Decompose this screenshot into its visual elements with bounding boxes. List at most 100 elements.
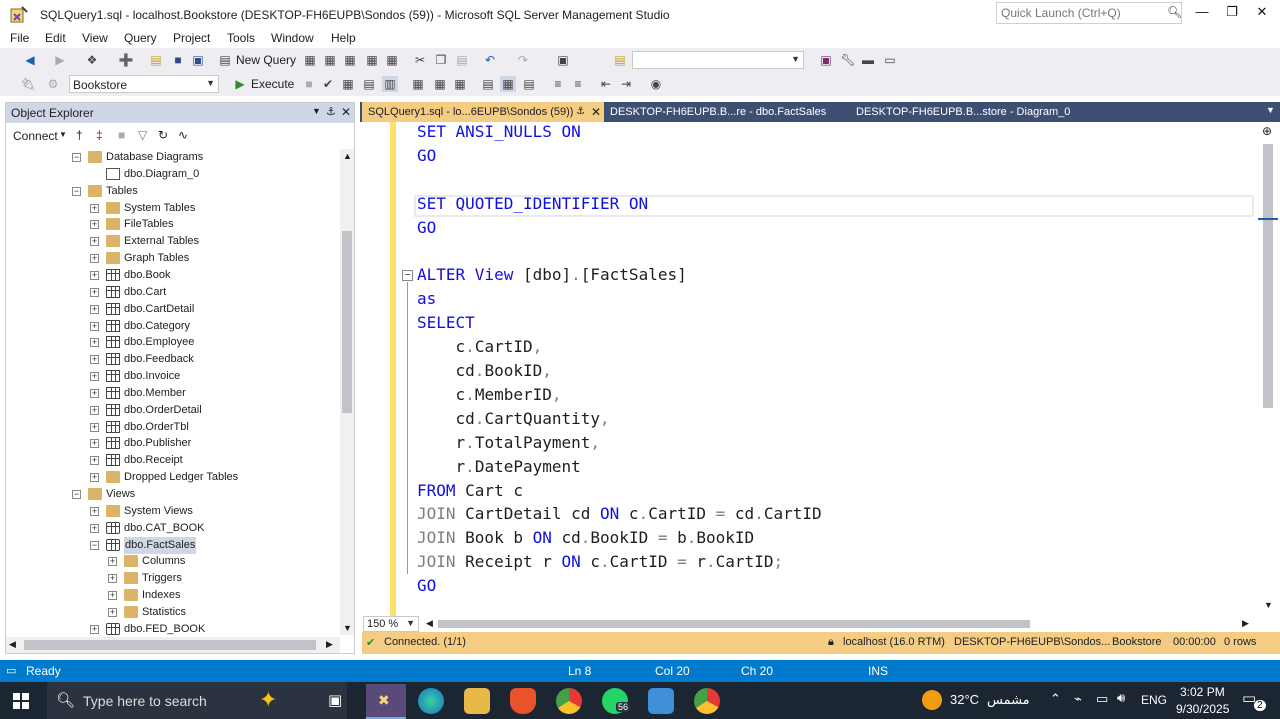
wrench-icon[interactable]: 🔧︎	[840, 52, 856, 68]
expand-icon[interactable]: +	[90, 624, 99, 634]
collapse-icon[interactable]: −	[72, 186, 81, 196]
live-stats-icon[interactable]: ▦	[432, 76, 448, 92]
brave-icon[interactable]	[510, 688, 536, 714]
maximize-button[interactable]: ❐	[1220, 4, 1244, 22]
tree-node[interactable]: dbo.Diagram_0	[6, 166, 340, 183]
expand-icon[interactable]: +	[90, 456, 99, 466]
volume-icon[interactable]: 🔊︎	[1117, 690, 1125, 706]
windows-start-icon[interactable]	[13, 693, 29, 709]
tree-node[interactable]: + Statistics	[6, 604, 340, 621]
sql-editor[interactable]: − SET ANSI_NULLS ON GO SET QUOTED_IDENTIFI…	[362, 122, 1280, 616]
uncomment-icon[interactable]: ≡	[570, 76, 586, 92]
copy-icon[interactable]: ❐	[433, 52, 449, 68]
results-grid-icon[interactable]: ▦	[500, 76, 516, 92]
undo-icon[interactable]: ↶	[482, 52, 498, 68]
results-file-icon[interactable]: ▤	[521, 76, 537, 92]
tree-node[interactable]: + dbo.Feedback	[6, 351, 340, 368]
tab-factsales[interactable]: DESKTOP-FH6EUPB.B...re - dbo.FactSales	[604, 102, 854, 122]
results-text-icon[interactable]: ▤	[480, 76, 496, 92]
expand-icon[interactable]: +	[90, 388, 99, 398]
expand-icon[interactable]: +	[90, 270, 99, 280]
save-icon[interactable]: ■	[170, 52, 186, 68]
tab-diagram[interactable]: DESKTOP-FH6EUPB.B...store - Diagram_0	[850, 102, 1100, 122]
menu-window[interactable]: Window	[271, 31, 314, 45]
expand-icon[interactable]: +	[90, 523, 99, 533]
collapse-icon[interactable]: −	[90, 540, 99, 550]
file-explorer-icon[interactable]	[464, 688, 490, 714]
query-designer-icon[interactable]: ▤	[361, 76, 377, 92]
network-icon[interactable]: ⌁	[1074, 691, 1082, 707]
close-button[interactable]: ✕	[1250, 4, 1274, 22]
include-plan-icon[interactable]: ▦	[410, 76, 426, 92]
tree-node[interactable]: + FileTables	[6, 216, 340, 233]
menu-help[interactable]: Help	[331, 31, 356, 45]
editor-vscrollbar[interactable]: ⊕ ▼	[1258, 122, 1278, 616]
tree-node[interactable]: − Tables	[6, 183, 340, 200]
connect-icon[interactable]: 🔌︎	[20, 76, 36, 92]
language-indicator[interactable]: ENG	[1141, 693, 1167, 707]
properties-icon[interactable]: ▣	[818, 52, 834, 68]
expand-icon[interactable]: +	[90, 304, 99, 314]
expand-icon[interactable]: +	[90, 422, 99, 432]
weather-temp[interactable]: 32°C	[950, 692, 979, 707]
dax-query-icon[interactable]: ▦	[384, 52, 400, 68]
tree-node[interactable]: − Views	[6, 486, 340, 503]
expand-icon[interactable]: +	[90, 473, 99, 483]
tree-node[interactable]: − Database Diagrams	[6, 149, 340, 166]
open-file-icon[interactable]: ▤	[148, 52, 164, 68]
expand-icon[interactable]: +	[90, 220, 99, 230]
menu-project[interactable]: Project	[173, 31, 210, 45]
scroll-up-icon[interactable]: ▲	[343, 151, 352, 161]
tree-node[interactable]: + dbo.Book	[6, 267, 340, 284]
indent-icon[interactable]: ⇥	[618, 76, 634, 92]
execute-icon[interactable]: ▶	[232, 76, 248, 92]
expand-icon[interactable]: +	[90, 321, 99, 331]
tree-node[interactable]: + dbo.CAT_BOOK	[6, 520, 340, 537]
tree-node[interactable]: + Columns	[6, 553, 340, 570]
tree-node[interactable]: + dbo.Member	[6, 385, 340, 402]
expand-icon[interactable]: +	[90, 254, 99, 264]
connect-dropdown-icon[interactable]: ▼	[59, 130, 67, 139]
database-select[interactable]: Bookstore ▼	[69, 75, 219, 93]
expand-icon[interactable]: +	[90, 405, 99, 415]
terminal-icon[interactable]: ▭	[882, 52, 898, 68]
scroll-right-icon[interactable]: ▶	[1242, 618, 1249, 629]
expand-icon[interactable]: +	[90, 439, 99, 449]
stop-icon[interactable]: ■	[118, 128, 125, 142]
mdx-query-icon[interactable]: ▦	[322, 52, 338, 68]
new-query-icon[interactable]: ▤	[217, 52, 233, 68]
close-tab-icon[interactable]: ✕	[591, 102, 601, 122]
toolbox-icon[interactable]: ▬	[860, 52, 876, 68]
photos-icon[interactable]	[648, 688, 674, 714]
outdent-icon[interactable]: ⇤	[598, 76, 614, 92]
client-stats-icon[interactable]: ▦	[452, 76, 468, 92]
tree-node[interactable]: + Dropped Ledger Tables	[6, 469, 340, 486]
tree-node[interactable]: + Triggers	[6, 570, 340, 587]
expand-icon[interactable]: +	[90, 287, 99, 297]
filter-icon[interactable]: ▽	[138, 128, 147, 142]
pin-tab-icon[interactable]: ⚓︎	[576, 102, 585, 122]
paste-icon[interactable]: ▤	[454, 52, 470, 68]
add-item-icon[interactable]: ➕	[118, 52, 134, 68]
solution-explorer-icon[interactable]: ▤	[612, 52, 628, 68]
expand-icon[interactable]: +	[90, 372, 99, 382]
activity-icon[interactable]: ∿	[178, 128, 188, 142]
expand-icon[interactable]: +	[90, 338, 99, 348]
connect-button[interactable]: Connect	[13, 129, 58, 143]
specify-values-icon[interactable]: ◉	[648, 76, 664, 92]
collapse-region-icon[interactable]: −	[402, 270, 413, 281]
menu-file[interactable]: File	[10, 31, 29, 45]
tree-node[interactable]: + dbo.OrderTbl	[6, 419, 340, 436]
whatsapp-icon[interactable]: 56	[602, 688, 631, 714]
scroll-down-icon[interactable]: ▼	[1264, 600, 1273, 610]
close-panel-icon[interactable]: ✕	[341, 105, 351, 119]
expand-icon[interactable]: +	[108, 607, 117, 617]
back-icon[interactable]: ◀	[22, 52, 38, 68]
chrome-profile-icon[interactable]	[694, 688, 720, 714]
tree-node[interactable]: + dbo.FED_BOOK	[6, 621, 340, 635]
expand-icon[interactable]: +	[108, 591, 117, 601]
clock-date[interactable]: 9/30/2025	[1176, 702, 1229, 716]
save-all-icon[interactable]: ▣	[190, 52, 206, 68]
scroll-thumb[interactable]	[342, 231, 352, 413]
tree-node[interactable]: + dbo.CartDetail	[6, 301, 340, 318]
